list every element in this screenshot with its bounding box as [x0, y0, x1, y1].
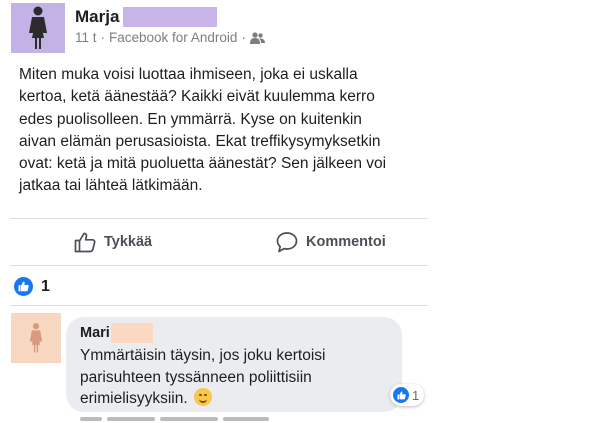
redaction-bar: [123, 7, 217, 27]
comment-reaction-count: 1: [412, 387, 420, 403]
like-reaction-icon: [393, 387, 409, 403]
meta-separator: ·: [100, 30, 106, 45]
like-button[interactable]: Tykkää: [74, 229, 152, 255]
meta-separator: ·: [241, 30, 246, 45]
post-text: Miten muka voisi luottaa ihmiseen, joka …: [19, 66, 387, 195]
smiling-face-emoji-icon: [193, 388, 212, 406]
author-avatar[interactable]: [11, 3, 65, 53]
divider: [10, 305, 428, 306]
comment-reactions[interactable]: 1: [390, 384, 425, 406]
reaction-count: 1: [41, 277, 50, 295]
comment-label: Kommentoi: [306, 234, 386, 250]
friends-icon: [249, 31, 265, 44]
commenter-name[interactable]: Mari: [80, 325, 110, 341]
comment-button[interactable]: Kommentoi: [276, 229, 386, 255]
author-name[interactable]: Marja: [75, 7, 119, 27]
reactions-summary[interactable]: 1: [14, 277, 50, 296]
comment-bubble-icon: [276, 232, 298, 253]
post-source: Facebook for Android: [109, 30, 238, 45]
thumbs-up-icon: [74, 232, 96, 252]
like-label: Tykkää: [104, 234, 153, 250]
comment-actions-cutoff: [80, 417, 290, 423]
comment-text: Ymmärtäisin täysin, jos joku kertoisi pa…: [80, 345, 390, 410]
post-time[interactable]: 11 t: [75, 30, 97, 45]
female-silhouette-icon: [29, 6, 47, 49]
commenter-avatar[interactable]: [11, 313, 61, 363]
like-reaction-icon: [14, 277, 33, 296]
divider: [10, 218, 428, 219]
divider: [10, 265, 428, 266]
post-meta: 11 t · Facebook for Android ·: [75, 30, 265, 45]
redaction-bar: [111, 323, 153, 343]
female-silhouette-icon: [29, 323, 43, 353]
